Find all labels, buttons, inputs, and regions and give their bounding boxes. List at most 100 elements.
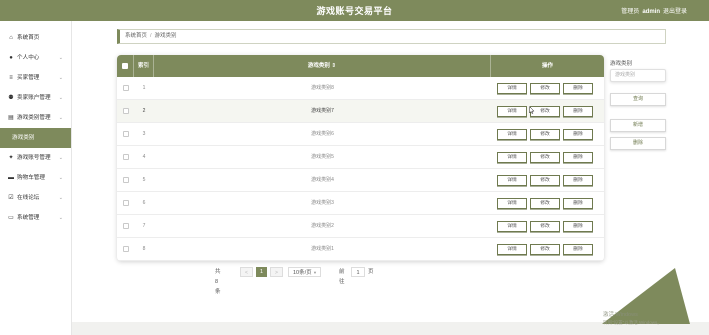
detail-button[interactable]: 详情 [497, 221, 527, 232]
current-page-button[interactable]: 1 [256, 267, 267, 277]
table-row: 4 游戏类别5 详情 修改 删除 [117, 146, 604, 169]
sidebar-item-1[interactable]: ● 个人中心 ⌄ [0, 48, 71, 68]
row-checkbox[interactable] [122, 245, 129, 252]
row-checkbox[interactable] [122, 176, 129, 183]
select-all-checkbox[interactable] [122, 62, 128, 69]
edit-button[interactable]: 修改 [530, 175, 560, 186]
sidebar-item-8[interactable]: ☑ 在线论坛 ⌄ [0, 188, 71, 208]
row-checkbox[interactable] [122, 153, 129, 160]
watermark-line1: 激活 Windows [603, 312, 638, 318]
desktop-icon: ▭ [8, 215, 14, 221]
delete-button[interactable]: 删除 [563, 244, 593, 255]
sidebar-item-4[interactable]: ▤ 游戏类别管理 ⌄ [0, 108, 71, 128]
row-checkbox[interactable] [122, 84, 129, 91]
table-row: 1 游戏类别8 详情 修改 删除 [117, 77, 604, 100]
sidebar-item-7[interactable]: ▬ 购物车管理 ⌄ [0, 168, 71, 188]
table-row: 7 游戏类别2 详情 修改 删除 [117, 215, 604, 238]
edit-button[interactable]: 修改 [530, 129, 560, 140]
chevron-down-icon: ▼ [313, 270, 317, 275]
watermark-line2: 转到"设置"以激活 Windows。 [603, 320, 662, 325]
table-row: 5 游戏类别4 详情 修改 删除 [117, 169, 604, 192]
user-area: 管理员 admin 退出登录 [621, 6, 687, 15]
delete-button[interactable]: 删除 [563, 198, 593, 209]
user-icon: ● [9, 55, 13, 61]
detail-button[interactable]: 详情 [497, 244, 527, 255]
delete-button[interactable]: 删除 [563, 129, 593, 140]
row-select-cell [117, 192, 134, 215]
delete-button[interactable]: 删除 [563, 175, 593, 186]
edit-button[interactable]: 修改 [530, 198, 560, 209]
edit-button[interactable]: 修改 [530, 83, 560, 94]
batch-delete-button[interactable]: 删除 [610, 137, 666, 150]
breadcrumb-separator: / [150, 33, 152, 39]
row-category-name: 游戏类别8 [311, 85, 334, 91]
breadcrumb-home[interactable]: 系统首页 [125, 33, 147, 39]
row-checkbox[interactable] [122, 107, 129, 114]
chevron-down-icon: ⌄ [58, 55, 63, 61]
search-input[interactable]: 游戏类别 [610, 69, 666, 82]
table-row: 3 游戏类别6 详情 修改 删除 [117, 123, 604, 146]
row-checkbox[interactable] [122, 130, 129, 137]
page-size-select[interactable]: 10条/页 ▼ [288, 267, 321, 277]
book-icon: ▤ [8, 115, 14, 121]
checkbox-icon: ☑ [8, 195, 14, 201]
sidebar-menu: ⌂ 系统首页 ● 个人中心 ⌄ ≡ 买家管理 ⌄ ⚉ 卖家账户管理 ⌄ ▤ 游戏类别管理 ⌄ 游戏类别 ✦ 游戏… [0, 28, 71, 228]
prev-page-button[interactable]: < [240, 267, 253, 277]
detail-button[interactable]: 详情 [497, 129, 527, 140]
query-button[interactable]: 查询 [610, 93, 666, 106]
chevron-down-icon: ⌄ [58, 195, 63, 201]
sidebar-item-label: 游戏类别管理 [17, 115, 51, 121]
row-index: 8 [142, 246, 146, 252]
edit-button[interactable]: 修改 [530, 152, 560, 163]
goto-page-input[interactable]: 1 [351, 267, 365, 277]
user-name: admin [642, 9, 660, 15]
row-category-name: 游戏类别6 [311, 131, 334, 137]
users-icon: ⚉ [8, 95, 14, 101]
sidebar-item-2[interactable]: ≡ 买家管理 ⌄ [0, 68, 71, 88]
column-header-name[interactable]: 游戏类别 ⇕ [154, 55, 491, 77]
row-select-cell [117, 100, 134, 123]
detail-button[interactable]: 详情 [497, 152, 527, 163]
sidebar-item-6[interactable]: ✦ 游戏账号管理 ⌄ [0, 148, 71, 168]
column-header-actions: 操作 [541, 63, 553, 69]
delete-button[interactable]: 删除 [563, 83, 593, 94]
row-index: 2 [142, 108, 146, 114]
logout-link[interactable]: 退出登录 [663, 9, 687, 15]
table-row: 6 游戏类别3 详情 修改 删除 [117, 192, 604, 215]
sidebar-item-9[interactable]: ▭ 系统管理 ⌄ [0, 208, 71, 228]
row-checkbox[interactable] [122, 222, 129, 229]
row-category-name: 游戏类别1 [311, 246, 334, 252]
sidebar-item-0[interactable]: ⌂ 系统首页 [0, 28, 71, 48]
row-select-cell [117, 77, 134, 100]
breadcrumb-current: 游戏类别 [154, 33, 177, 39]
detail-button[interactable]: 详情 [497, 198, 527, 209]
select-all-cell [117, 55, 134, 77]
column-header-index: 索引 [134, 55, 154, 77]
row-checkbox[interactable] [122, 199, 129, 206]
sidebar-item-5[interactable]: 游戏类别 [0, 128, 71, 148]
delete-button[interactable]: 删除 [563, 221, 593, 232]
next-page-button[interactable]: > [270, 267, 283, 277]
sidebar-item-label: 卖家账户管理 [17, 95, 51, 101]
sidebar-item-label: 游戏账号管理 [17, 155, 51, 161]
page-suffix: 页 [368, 269, 374, 275]
sidebar-item-label: 购物车管理 [17, 175, 45, 181]
edit-button[interactable]: 修改 [530, 244, 560, 255]
detail-button[interactable]: 详情 [497, 106, 527, 117]
page-size-value: 10条/页 [293, 270, 312, 276]
sidebar-item-3[interactable]: ⚉ 卖家账户管理 ⌄ [0, 88, 71, 108]
pagination-total: 共 8 条 [215, 269, 221, 295]
row-index: 1 [142, 85, 146, 91]
detail-button[interactable]: 详情 [497, 175, 527, 186]
edit-button[interactable]: 修改 [530, 221, 560, 232]
chevron-down-icon: ⌄ [58, 155, 63, 161]
detail-button[interactable]: 详情 [497, 83, 527, 94]
row-select-cell [117, 123, 134, 146]
delete-button[interactable]: 删除 [563, 152, 593, 163]
sidebar-item-label: 买家管理 [17, 75, 40, 81]
delete-button[interactable]: 删除 [563, 106, 593, 117]
chevron-down-icon: ⌄ [58, 95, 63, 101]
row-index: 6 [142, 200, 146, 206]
chevron-down-icon: ⌄ [58, 75, 63, 81]
add-button[interactable]: 新增 [610, 119, 666, 132]
